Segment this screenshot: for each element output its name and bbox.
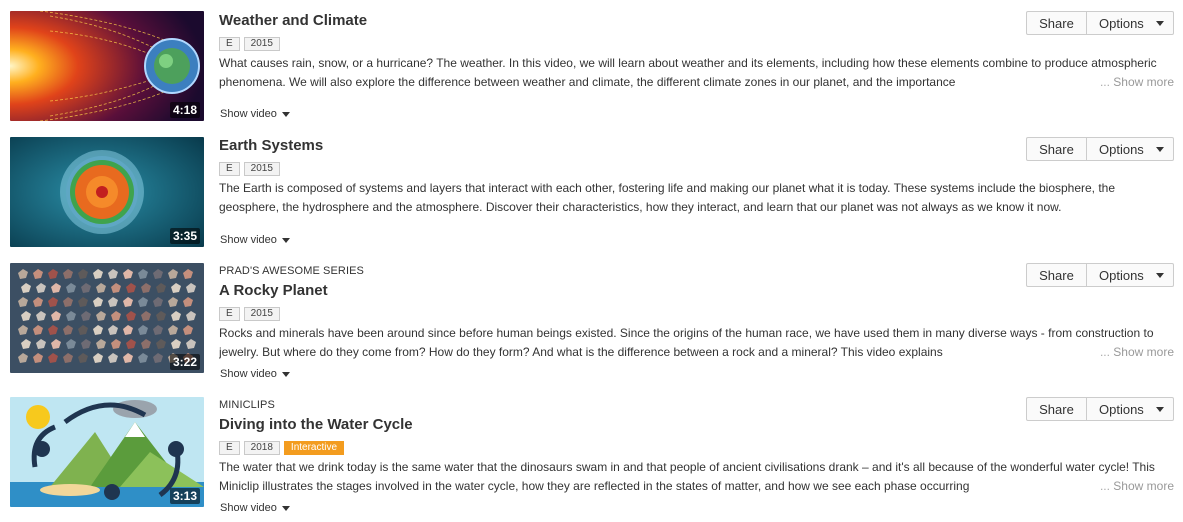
show-more-label: Show more xyxy=(1113,479,1174,493)
series-label[interactable]: MINICLIPS xyxy=(219,399,275,411)
show-video-toggle[interactable]: Show video xyxy=(220,368,290,380)
video-tags: E 2018 Interactive xyxy=(219,441,345,455)
video-description: Rocks and minerals have been around sinc… xyxy=(219,324,1174,362)
caret-down-icon xyxy=(281,237,290,243)
video-thumbnail[interactable]: 3:13 xyxy=(10,397,204,507)
options-label: Options xyxy=(1099,267,1144,283)
show-more-link[interactable]: ... Show more xyxy=(1069,477,1174,496)
options-button[interactable]: Options xyxy=(1087,397,1174,421)
action-buttons: Share Options xyxy=(1026,11,1174,35)
chevron-down-icon xyxy=(1155,146,1164,152)
description-text: What causes rain, snow, or a hurricane? … xyxy=(219,56,1157,89)
year-tag: 2015 xyxy=(243,307,280,321)
options-button[interactable]: Options xyxy=(1087,137,1174,161)
show-more-label: Show more xyxy=(1113,75,1174,89)
grade-tag: E xyxy=(219,162,240,176)
video-duration: 3:22 xyxy=(169,354,200,370)
show-video-label: Show video xyxy=(220,368,277,380)
chevron-down-icon xyxy=(1155,20,1164,26)
video-title[interactable]: A Rocky Planet xyxy=(219,282,328,299)
caret-down-icon xyxy=(281,505,290,511)
show-video-label: Show video xyxy=(220,502,277,514)
description-text: Rocks and minerals have been around sinc… xyxy=(219,326,1154,359)
share-button[interactable]: Share xyxy=(1026,397,1087,421)
chevron-down-icon xyxy=(1155,406,1164,412)
options-label: Options xyxy=(1099,15,1144,31)
show-more-label: Show more xyxy=(1113,345,1174,359)
year-tag: 2018 xyxy=(243,441,280,455)
video-tags: E 2015 xyxy=(219,37,280,51)
options-label: Options xyxy=(1099,401,1144,417)
grade-tag: E xyxy=(219,441,240,455)
video-description: The water that we drink today is the sam… xyxy=(219,458,1174,496)
year-tag: 2015 xyxy=(243,37,280,51)
video-title[interactable]: Diving into the Water Cycle xyxy=(219,416,413,433)
ellipsis: ... xyxy=(1099,479,1110,493)
options-label: Options xyxy=(1099,141,1144,157)
show-video-toggle[interactable]: Show video xyxy=(220,234,290,246)
caret-down-icon xyxy=(281,111,290,117)
show-video-label: Show video xyxy=(220,108,277,120)
caret-down-icon xyxy=(281,371,290,377)
share-button[interactable]: Share xyxy=(1026,263,1087,287)
action-buttons: Share Options xyxy=(1026,137,1174,161)
description-text: The Earth is composed of systems and lay… xyxy=(219,181,1116,214)
show-more-link[interactable]: ... Show more xyxy=(1069,343,1174,362)
grade-tag: E xyxy=(219,307,240,321)
ellipsis: ... xyxy=(1099,345,1110,359)
video-duration: 3:35 xyxy=(169,228,200,244)
video-tags: E 2015 xyxy=(219,162,280,176)
video-description: The Earth is composed of systems and lay… xyxy=(219,179,1174,217)
action-buttons: Share Options xyxy=(1026,397,1174,421)
video-thumbnail[interactable]: 3:35 xyxy=(10,137,204,247)
video-description: What causes rain, snow, or a hurricane? … xyxy=(219,54,1174,92)
video-tags: E 2015 xyxy=(219,307,280,321)
video-duration: 4:18 xyxy=(169,102,200,118)
show-more-link[interactable]: ... Show more xyxy=(1069,73,1174,92)
options-button[interactable]: Options xyxy=(1087,263,1174,287)
share-button[interactable]: Share xyxy=(1026,137,1087,161)
year-tag: 2015 xyxy=(243,162,280,176)
options-button[interactable]: Options xyxy=(1087,11,1174,35)
video-thumbnail[interactable]: 3:22 xyxy=(10,263,204,373)
video-title[interactable]: Weather and Climate xyxy=(219,12,367,29)
video-duration: 3:13 xyxy=(169,488,200,504)
description-text: The water that we drink today is the sam… xyxy=(219,460,1155,493)
show-video-label: Show video xyxy=(220,234,277,246)
show-video-toggle[interactable]: Show video xyxy=(220,502,290,514)
video-thumbnail[interactable]: 4:18 xyxy=(10,11,204,121)
action-buttons: Share Options xyxy=(1026,263,1174,287)
video-title[interactable]: Earth Systems xyxy=(219,137,323,154)
chevron-down-icon xyxy=(1155,272,1164,278)
share-button[interactable]: Share xyxy=(1026,11,1087,35)
show-video-toggle[interactable]: Show video xyxy=(220,108,290,120)
grade-tag: E xyxy=(219,37,240,51)
series-label[interactable]: PRAD'S AWESOME SERIES xyxy=(219,265,364,277)
ellipsis: ... xyxy=(1099,75,1110,89)
interactive-badge: Interactive xyxy=(283,441,345,455)
